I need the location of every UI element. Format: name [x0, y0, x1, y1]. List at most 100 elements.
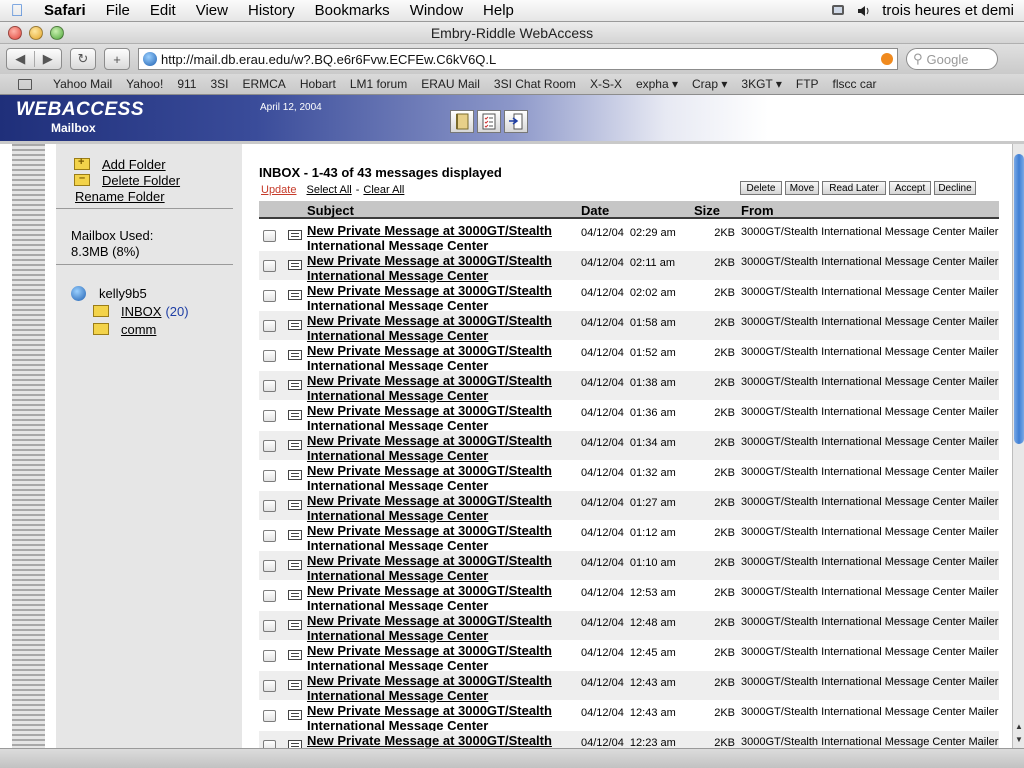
folder-inbox[interactable]: INBOX (20)	[93, 302, 189, 320]
message-row[interactable]: New Private Message at 3000GT/Stealth In…	[259, 701, 999, 733]
add-folder-link[interactable]: Add Folder	[74, 156, 180, 172]
column-subject[interactable]: Subject	[307, 203, 354, 218]
message-subject-link[interactable]: New Private Message at 3000GT/Stealth In…	[307, 523, 572, 553]
bookmark-item[interactable]: ERAU Mail	[414, 77, 487, 91]
menu-bookmarks[interactable]: Bookmarks	[305, 2, 400, 19]
message-row[interactable]: New Private Message at 3000GT/Stealth In…	[259, 371, 999, 403]
reload-button[interactable]: ↻	[70, 48, 96, 70]
menu-clock[interactable]: trois heures et demi	[882, 2, 1014, 19]
message-checkbox[interactable]	[263, 500, 276, 512]
message-subject-link[interactable]: New Private Message at 3000GT/Stealth In…	[307, 613, 572, 643]
message-subject-link[interactable]: New Private Message at 3000GT/Stealth In…	[307, 253, 572, 283]
message-checkbox[interactable]	[263, 470, 276, 482]
message-subject-link[interactable]: New Private Message at 3000GT/Stealth In…	[307, 343, 572, 373]
clear-all-link[interactable]: Clear All	[363, 184, 404, 196]
rename-folder-link[interactable]: Rename Folder	[75, 188, 180, 204]
message-checkbox[interactable]	[263, 530, 276, 542]
message-subject-link[interactable]: New Private Message at 3000GT/Stealth In…	[307, 313, 572, 343]
message-row[interactable]: New Private Message at 3000GT/Stealth In…	[259, 581, 999, 613]
message-subject-link[interactable]: New Private Message at 3000GT/Stealth In…	[307, 703, 572, 733]
message-checkbox[interactable]	[263, 380, 276, 392]
url-text[interactable]: http://mail.db.erau.edu/w?.BQ.e6r6Fvw.EC…	[161, 52, 881, 67]
message-checkbox[interactable]	[263, 710, 276, 722]
scroll-thumb[interactable]	[1014, 154, 1024, 444]
message-checkbox[interactable]	[263, 320, 276, 332]
vertical-scrollbar[interactable]: ▲ ▼	[1012, 144, 1024, 748]
menu-file[interactable]: File	[96, 2, 140, 19]
message-checkbox[interactable]	[263, 260, 276, 272]
menu-help[interactable]: Help	[473, 2, 524, 19]
message-subject-link[interactable]: New Private Message at 3000GT/Stealth In…	[307, 433, 572, 463]
message-checkbox[interactable]	[263, 590, 276, 602]
bookmark-item[interactable]: LM1 forum	[343, 77, 414, 91]
message-subject-link[interactable]: New Private Message at 3000GT/Stealth In…	[307, 283, 572, 313]
update-link[interactable]: Update	[261, 184, 296, 196]
message-row[interactable]: New Private Message at 3000GT/Stealth In…	[259, 731, 999, 748]
search-field[interactable]: ⚲ Google	[906, 48, 998, 70]
frame-resize-handle[interactable]	[12, 144, 45, 748]
zoom-window-button[interactable]	[50, 26, 64, 40]
decline-button[interactable]: Decline	[934, 181, 976, 195]
bookmark-item[interactable]: Hobart	[293, 77, 343, 91]
message-row[interactable]: New Private Message at 3000GT/Stealth In…	[259, 671, 999, 703]
message-row[interactable]: New Private Message at 3000GT/Stealth In…	[259, 221, 999, 253]
message-subject-link[interactable]: New Private Message at 3000GT/Stealth In…	[307, 373, 572, 403]
select-all-link[interactable]: Select All	[306, 184, 351, 196]
message-checkbox[interactable]	[263, 410, 276, 422]
menu-window[interactable]: Window	[400, 2, 473, 19]
bookmark-folder[interactable]: 3KGT ▾	[734, 77, 788, 91]
message-row[interactable]: New Private Message at 3000GT/Stealth In…	[259, 431, 999, 463]
bookmark-item[interactable]: FTP	[789, 77, 826, 91]
column-date[interactable]: Date	[581, 203, 609, 218]
message-row[interactable]: New Private Message at 3000GT/Stealth In…	[259, 461, 999, 493]
message-subject-link[interactable]: New Private Message at 3000GT/Stealth In…	[307, 583, 572, 613]
message-subject-link[interactable]: New Private Message at 3000GT/Stealth In…	[307, 223, 572, 253]
bookmarks-book-icon[interactable]	[18, 78, 32, 90]
scroll-down-arrow-icon[interactable]: ▼	[1014, 735, 1024, 745]
message-row[interactable]: New Private Message at 3000GT/Stealth In…	[259, 611, 999, 643]
message-subject-link[interactable]: New Private Message at 3000GT/Stealth In…	[307, 733, 572, 748]
apple-menu-icon[interactable]: 	[0, 1, 34, 21]
menu-history[interactable]: History	[238, 2, 305, 19]
move-button[interactable]: Move	[785, 181, 819, 195]
bookmark-item[interactable]: Yahoo!	[119, 77, 170, 91]
menu-view[interactable]: View	[186, 2, 238, 19]
read-later-button[interactable]: Read Later	[822, 181, 886, 195]
message-subject-link[interactable]: New Private Message at 3000GT/Stealth In…	[307, 673, 572, 703]
bookmark-item[interactable]: 911	[170, 77, 203, 91]
bookmark-item[interactable]: X-S-X	[583, 77, 629, 91]
message-checkbox[interactable]	[263, 620, 276, 632]
message-checkbox[interactable]	[263, 650, 276, 662]
snapback-icon[interactable]	[881, 53, 893, 65]
address-bar[interactable]: http://mail.db.erau.edu/w?.BQ.e6r6Fvw.EC…	[138, 48, 898, 70]
message-checkbox[interactable]	[263, 740, 276, 748]
message-row[interactable]: New Private Message at 3000GT/Stealth In…	[259, 521, 999, 553]
column-from[interactable]: From	[741, 203, 774, 218]
column-size[interactable]: Size	[694, 203, 720, 218]
message-subject-link[interactable]: New Private Message at 3000GT/Stealth In…	[307, 493, 572, 523]
bookmark-item[interactable]: ERMCA	[235, 77, 292, 91]
message-subject-link[interactable]: New Private Message at 3000GT/Stealth In…	[307, 643, 572, 673]
bookmark-item[interactable]: 3SI	[203, 77, 235, 91]
delete-folder-link[interactable]: Delete Folder	[74, 172, 180, 188]
message-checkbox[interactable]	[263, 230, 276, 242]
message-checkbox[interactable]	[263, 290, 276, 302]
bookmark-item[interactable]: 3SI Chat Room	[487, 77, 583, 91]
add-bookmark-button[interactable]: +	[104, 48, 130, 70]
minimize-window-button[interactable]	[29, 26, 43, 40]
message-row[interactable]: New Private Message at 3000GT/Stealth In…	[259, 491, 999, 523]
message-subject-link[interactable]: New Private Message at 3000GT/Stealth In…	[307, 403, 572, 433]
volume-icon[interactable]	[856, 4, 872, 18]
message-row[interactable]: New Private Message at 3000GT/Stealth In…	[259, 641, 999, 673]
message-subject-link[interactable]: New Private Message at 3000GT/Stealth In…	[307, 463, 572, 493]
delete-button[interactable]: Delete	[740, 181, 782, 195]
message-row[interactable]: New Private Message at 3000GT/Stealth In…	[259, 341, 999, 373]
close-window-button[interactable]	[8, 26, 22, 40]
folder-comm[interactable]: comm	[93, 320, 189, 338]
message-row[interactable]: New Private Message at 3000GT/Stealth In…	[259, 551, 999, 583]
message-row[interactable]: New Private Message at 3000GT/Stealth In…	[259, 281, 999, 313]
message-row[interactable]: New Private Message at 3000GT/Stealth In…	[259, 311, 999, 343]
message-row[interactable]: New Private Message at 3000GT/Stealth In…	[259, 251, 999, 283]
checklist-icon[interactable]	[477, 110, 501, 133]
forward-arrow-icon[interactable]: ▶	[33, 51, 62, 67]
